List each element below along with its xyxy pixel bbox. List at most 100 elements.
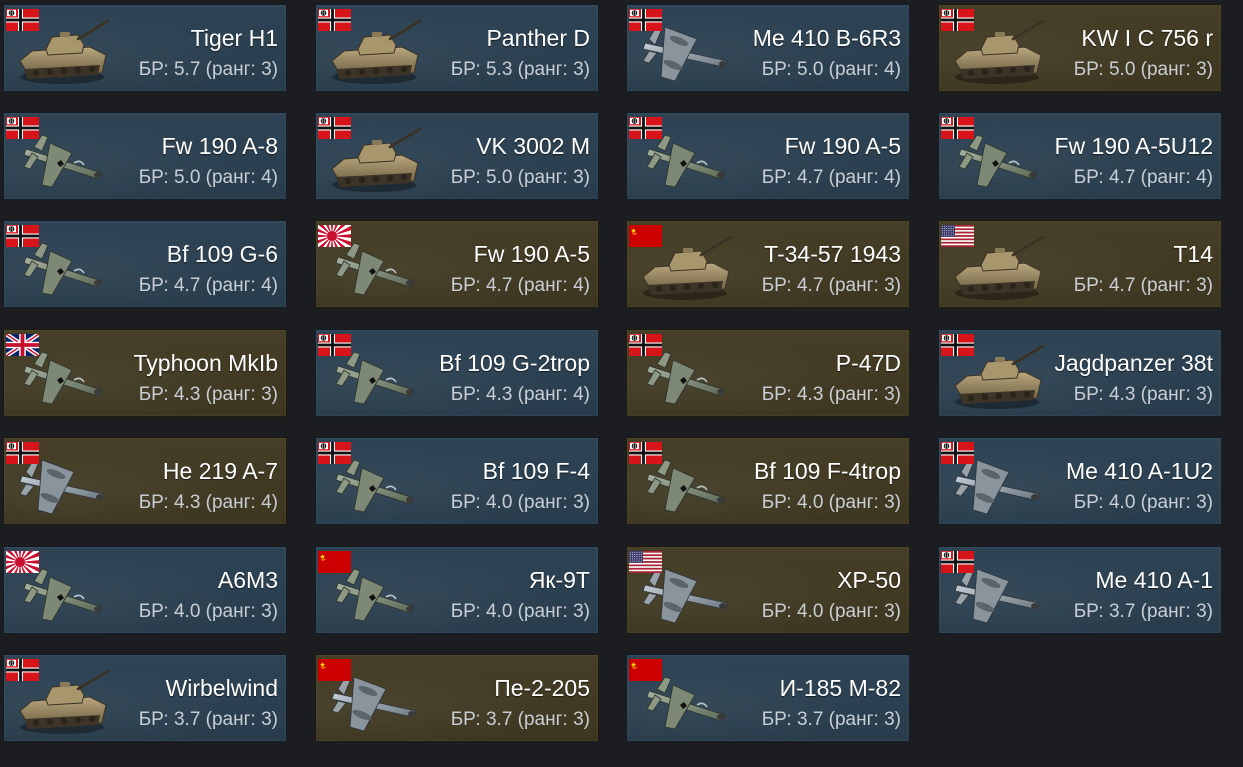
battle-rating: БР: 4.7 (ранг: 4) (138, 275, 278, 296)
vehicle-name: Bf 109 G-6 (166, 241, 278, 267)
vehicle-name: T-34-57 1943 (764, 241, 901, 267)
germany-flag-icon (318, 442, 351, 464)
battle-rating: БР: 3.7 (ранг: 3) (1073, 601, 1213, 622)
vehicle-name: И-185 М-82 (779, 675, 901, 701)
germany-flag-icon (6, 659, 39, 681)
battle-rating: БР: 4.7 (ранг: 3) (1073, 275, 1213, 296)
battle-rating: БР: 4.0 (ранг: 3) (450, 601, 590, 622)
vehicle-name: P-47D (835, 350, 901, 376)
vehicle-card[interactable]: Typhoon MkIb БР: 4.3 (ранг: 3) (3, 329, 287, 417)
germany-flag-icon (941, 334, 974, 356)
vehicle-card[interactable]: Як-9Т БР: 4.0 (ранг: 3) (315, 546, 599, 634)
vehicle-card[interactable]: Fw 190 A-5U12 БР: 4.7 (ранг: 4) (938, 112, 1222, 200)
ussr-flag-icon (629, 225, 662, 247)
vehicle-name: Bf 109 F-4 (482, 458, 590, 484)
battle-rating: БР: 5.3 (ранг: 3) (450, 59, 590, 80)
battle-rating: БР: 3.7 (ранг: 3) (138, 709, 278, 730)
vehicle-card[interactable]: XP-50 БР: 4.0 (ранг: 3) (626, 546, 910, 634)
vehicle-card[interactable]: He 219 A-7 БР: 4.3 (ранг: 4) (3, 437, 287, 525)
germany-flag-icon (6, 225, 39, 247)
uk-flag-icon (6, 334, 39, 356)
vehicle-name: He 219 A-7 (162, 458, 278, 484)
vehicle-card[interactable]: Jagdpanzer 38t БР: 4.3 (ранг: 3) (938, 329, 1222, 417)
battle-rating: БР: 4.0 (ранг: 3) (761, 601, 901, 622)
vehicle-name: A6M3 (217, 567, 278, 593)
vehicle-name: Jagdpanzer 38t (1054, 350, 1213, 376)
germany-flag-icon (629, 9, 662, 31)
vehicle-name: Fw 190 A-5 (784, 133, 901, 159)
battle-rating: БР: 4.3 (ранг: 4) (138, 492, 278, 513)
battle-rating: БР: 5.0 (ранг: 3) (1073, 59, 1213, 80)
vehicle-card[interactable]: T-34-57 1943 БР: 4.7 (ранг: 3) (626, 220, 910, 308)
vehicle-name: Як-9Т (528, 567, 590, 593)
japan-flag-icon (318, 225, 351, 247)
battle-rating: БР: 4.0 (ранг: 3) (138, 601, 278, 622)
vehicle-name: Me 410 B-6R3 (752, 25, 901, 51)
germany-flag-icon (941, 551, 974, 573)
vehicle-card[interactable]: Fw 190 A-5 БР: 4.7 (ранг: 4) (626, 112, 910, 200)
vehicle-name: Fw 190 A-5 (473, 241, 590, 267)
vehicle-card[interactable]: P-47D БР: 4.3 (ранг: 3) (626, 329, 910, 417)
vehicle-card[interactable]: Tiger H1 БР: 5.7 (ранг: 3) (3, 4, 287, 92)
germany-flag-icon (941, 9, 974, 31)
ussr-flag-icon (629, 659, 662, 681)
germany-flag-icon (318, 334, 351, 356)
germany-flag-icon (6, 442, 39, 464)
germany-flag-icon (318, 9, 351, 31)
vehicle-name: Me 410 A-1U2 (1065, 458, 1213, 484)
battle-rating: БР: 4.7 (ранг: 4) (1073, 167, 1213, 188)
battle-rating: БР: 4.7 (ранг: 3) (761, 275, 901, 296)
battle-rating: БР: 4.3 (ранг: 3) (1073, 384, 1213, 405)
germany-flag-icon (629, 117, 662, 139)
vehicle-card[interactable]: Пе-2-205 БР: 3.7 (ранг: 3) (315, 654, 599, 742)
vehicle-name: XP-50 (837, 567, 901, 593)
germany-flag-icon (629, 334, 662, 356)
battle-rating: БР: 4.0 (ранг: 3) (761, 492, 901, 513)
vehicle-name: T14 (1173, 241, 1213, 267)
vehicle-card[interactable]: Me 410 B-6R3 БР: 5.0 (ранг: 4) (626, 4, 910, 92)
battle-rating: БР: 5.0 (ранг: 4) (138, 167, 278, 188)
vehicle-card[interactable]: Bf 109 G-2trop БР: 4.3 (ранг: 4) (315, 329, 599, 417)
vehicle-card[interactable]: A6M3 БР: 4.0 (ранг: 3) (3, 546, 287, 634)
germany-flag-icon (941, 442, 974, 464)
battle-rating: БР: 4.3 (ранг: 3) (138, 384, 278, 405)
vehicle-card[interactable]: Bf 109 F-4trop БР: 4.0 (ранг: 3) (626, 437, 910, 525)
vehicle-card[interactable]: VK 3002 M БР: 5.0 (ранг: 3) (315, 112, 599, 200)
germany-flag-icon (6, 117, 39, 139)
battle-rating: БР: 5.0 (ранг: 4) (761, 59, 901, 80)
battle-rating: БР: 4.3 (ранг: 4) (450, 384, 590, 405)
usa-flag-icon (629, 551, 662, 573)
battle-rating: БР: 4.0 (ранг: 3) (450, 492, 590, 513)
battle-rating: БР: 5.0 (ранг: 3) (450, 167, 590, 188)
vehicle-name: Bf 109 G-2trop (439, 350, 590, 376)
battle-rating: БР: 4.3 (ранг: 3) (761, 384, 901, 405)
vehicle-name: VK 3002 M (476, 133, 590, 159)
ussr-flag-icon (318, 659, 351, 681)
vehicle-card[interactable]: Me 410 A-1 БР: 3.7 (ранг: 3) (938, 546, 1222, 634)
vehicle-card[interactable]: KW I C 756 r БР: 5.0 (ранг: 3) (938, 4, 1222, 92)
vehicle-name: Wirbelwind (165, 675, 278, 701)
vehicle-card[interactable]: Bf 109 G-6 БР: 4.7 (ранг: 4) (3, 220, 287, 308)
vehicle-card[interactable]: Fw 190 A-8 БР: 5.0 (ранг: 4) (3, 112, 287, 200)
japan-flag-icon (6, 551, 39, 573)
ussr-flag-icon (318, 551, 351, 573)
vehicle-card[interactable]: T14 БР: 4.7 (ранг: 3) (938, 220, 1222, 308)
germany-flag-icon (629, 442, 662, 464)
germany-flag-icon (318, 117, 351, 139)
vehicle-name: Fw 190 A-5U12 (1054, 133, 1213, 159)
battle-rating: БР: 4.0 (ранг: 3) (1073, 492, 1213, 513)
vehicle-card[interactable]: Fw 190 A-5 БР: 4.7 (ранг: 4) (315, 220, 599, 308)
vehicle-name: KW I C 756 r (1081, 25, 1213, 51)
vehicle-name: Fw 190 A-8 (161, 133, 278, 159)
vehicle-name: Typhoon MkIb (133, 350, 278, 376)
vehicle-card[interactable]: И-185 М-82 БР: 3.7 (ранг: 3) (626, 654, 910, 742)
usa-flag-icon (941, 225, 974, 247)
vehicle-card[interactable]: Bf 109 F-4 БР: 4.0 (ранг: 3) (315, 437, 599, 525)
vehicle-card[interactable]: Me 410 A-1U2 БР: 4.0 (ранг: 3) (938, 437, 1222, 525)
vehicle-name: Bf 109 F-4trop (753, 458, 901, 484)
vehicle-card[interactable]: Panther D БР: 5.3 (ранг: 3) (315, 4, 599, 92)
vehicle-card[interactable]: Wirbelwind БР: 3.7 (ранг: 3) (3, 654, 287, 742)
battle-rating: БР: 3.7 (ранг: 3) (450, 709, 590, 730)
battle-rating: БР: 5.7 (ранг: 3) (138, 59, 278, 80)
battle-rating: БР: 4.7 (ранг: 4) (450, 275, 590, 296)
